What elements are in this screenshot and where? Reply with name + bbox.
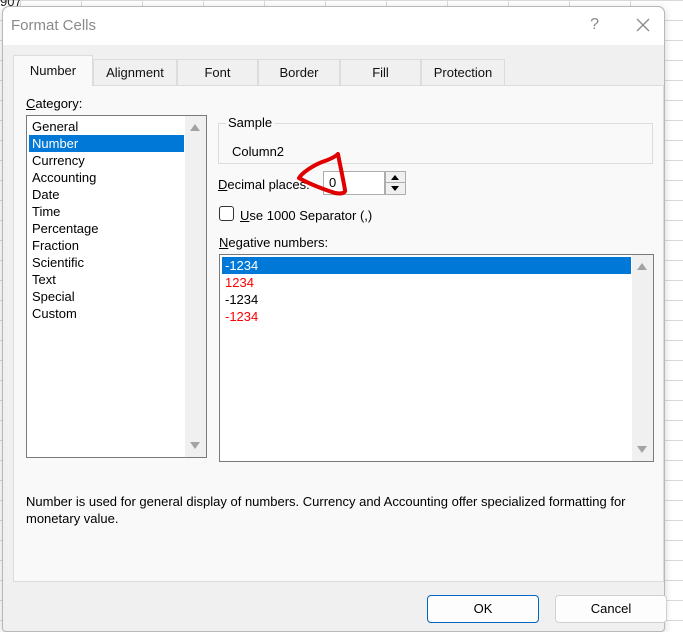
category-item-number[interactable]: Number — [29, 135, 184, 152]
decimal-places-accesskey: D — [218, 177, 228, 192]
scroll-down-arrow-icon[interactable] — [190, 442, 200, 449]
negative-numbers-listbox[interactable]: -1234 1234 -1234 -1234 — [219, 254, 654, 462]
category-scrollbar[interactable] — [185, 116, 206, 457]
category-item-general[interactable]: General — [29, 118, 184, 135]
separator-accesskey: U — [240, 208, 250, 223]
separator-text: se 1000 Separator (,) — [249, 208, 373, 223]
scroll-up-arrow-icon[interactable] — [190, 124, 200, 131]
negative-numbers-label: Negative numbers: — [219, 235, 328, 250]
tab-protection[interactable]: Protection — [421, 59, 505, 85]
spin-down-button[interactable] — [386, 183, 405, 194]
dialog-title: Format Cells — [11, 17, 97, 34]
tab-font[interactable]: Font — [177, 59, 258, 85]
decimal-places-input[interactable]: 0 — [323, 171, 385, 195]
format-cells-dialog: Format Cells ? Number Alignment Font Bor… — [2, 6, 667, 632]
spin-up-arrow-icon — [391, 175, 399, 180]
category-description: Number is used for general display of nu… — [26, 494, 626, 526]
category-item-percentage[interactable]: Percentage — [29, 220, 184, 237]
category-item-scientific[interactable]: Scientific — [29, 254, 184, 271]
category-item-text[interactable]: Text — [29, 271, 184, 288]
negative-format-item[interactable]: -1234 — [222, 257, 631, 274]
negative-numbers-scrollbar[interactable] — [632, 255, 653, 461]
use-1000-separator-checkbox[interactable] — [219, 206, 234, 221]
help-button[interactable]: ? — [590, 16, 599, 34]
category-label-accesskey: C — [26, 96, 36, 111]
category-item-currency[interactable]: Currency — [29, 152, 184, 169]
decimal-places-label: Decimal places: — [218, 177, 310, 192]
ok-button[interactable]: OK — [427, 595, 539, 623]
use-1000-separator-label[interactable]: Use 1000 Separator (,) — [240, 208, 372, 223]
decimal-places-text: ecimal places: — [227, 177, 310, 192]
negative-format-item[interactable]: -1234 — [222, 308, 631, 325]
category-item-date[interactable]: Date — [29, 186, 184, 203]
close-x-icon — [636, 18, 650, 32]
cancel-button[interactable]: Cancel — [555, 595, 667, 623]
category-item-custom[interactable]: Custom — [29, 305, 184, 322]
category-label: Category: — [26, 96, 82, 111]
close-button[interactable] — [632, 14, 654, 36]
scroll-up-arrow-icon[interactable] — [637, 263, 647, 270]
tab-fill[interactable]: Fill — [340, 59, 421, 85]
tab-number[interactable]: Number — [13, 55, 93, 86]
tab-alignment[interactable]: Alignment — [93, 59, 177, 85]
category-item-fraction[interactable]: Fraction — [29, 237, 184, 254]
negative-format-item[interactable]: -1234 — [222, 291, 631, 308]
sample-value: Column2 — [232, 144, 285, 159]
scroll-down-arrow-icon[interactable] — [637, 446, 647, 453]
spin-up-button[interactable] — [386, 172, 405, 183]
category-item-time[interactable]: Time — [29, 203, 184, 220]
negative-format-item[interactable]: 1234 — [222, 274, 631, 291]
sample-legend: Sample — [226, 115, 275, 130]
category-item-special[interactable]: Special — [29, 288, 184, 305]
decimal-places-spinner[interactable] — [385, 171, 406, 195]
tab-border[interactable]: Border — [258, 59, 340, 85]
negative-numbers-text: egative numbers: — [228, 235, 329, 250]
negative-numbers-accesskey: N — [219, 235, 229, 250]
spin-down-arrow-icon — [391, 186, 399, 191]
category-label-text: ategory: — [35, 96, 83, 111]
category-item-accounting[interactable]: Accounting — [29, 169, 184, 186]
sample-groupbox: Sample Column2 — [218, 115, 653, 164]
category-listbox[interactable]: General Number Currency Accounting Date … — [26, 115, 207, 458]
dialog-titlebar[interactable]: Format Cells ? — [3, 7, 664, 45]
